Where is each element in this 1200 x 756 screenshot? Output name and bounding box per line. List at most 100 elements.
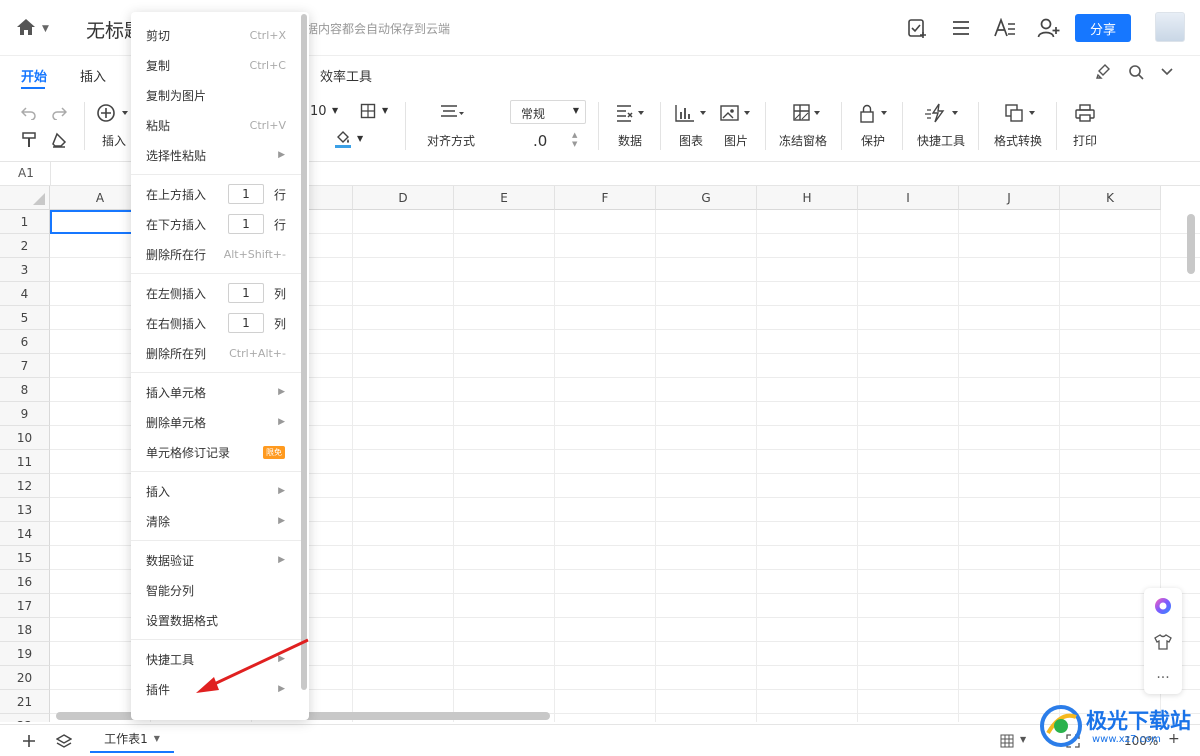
menu-item-cell-revision[interactable]: 单元格修订记录 限免 (131, 437, 301, 467)
tab-efficiency-tools[interactable]: 效率工具 (320, 66, 372, 85)
undo-icon[interactable] (20, 104, 38, 122)
menu-item-copy-as-image[interactable]: 复制为图片 (131, 80, 301, 110)
fill-color-icon[interactable] (334, 130, 352, 148)
tab-start[interactable]: 开始 (21, 66, 47, 85)
row-header[interactable]: 4 (0, 282, 50, 306)
layers-icon[interactable] (55, 732, 73, 750)
tab-insert[interactable]: 插入 (80, 66, 106, 85)
select-all-corner[interactable] (0, 186, 50, 210)
row-header[interactable]: 3 (0, 258, 50, 282)
quick-tools[interactable]: 快捷工具 (917, 102, 965, 149)
vertical-scrollbar[interactable] (1187, 214, 1195, 274)
row-header[interactable]: 21 (0, 690, 50, 714)
row-header[interactable]: 9 (0, 402, 50, 426)
print-tool[interactable]: 打印 (1073, 102, 1097, 149)
menu-item-insert-above[interactable]: 在上方插入 1 行 (131, 179, 301, 209)
add-sheet-icon[interactable] (20, 732, 38, 750)
menu-item-cut[interactable]: 剪切 Ctrl+X (131, 20, 301, 50)
column-count-input[interactable]: 1 (228, 283, 264, 303)
row-header[interactable]: 1 (0, 210, 50, 234)
row-header[interactable]: 11 (0, 450, 50, 474)
brush-icon[interactable] (1094, 62, 1114, 82)
data-tool[interactable]: 数据 (614, 102, 646, 149)
row-header[interactable]: 18 (0, 618, 50, 642)
cell-reference[interactable]: A1 (18, 166, 34, 180)
row-header[interactable]: 5 (0, 306, 50, 330)
menu-item-delete-cell[interactable]: 删除单元格 ▶ (131, 407, 301, 437)
sheet-tab[interactable]: 工作表1 ▼ (90, 725, 174, 753)
row-header[interactable]: 14 (0, 522, 50, 546)
menu-item-data-validation[interactable]: 数据验证 ▶ (131, 545, 301, 575)
column-header[interactable]: J (959, 186, 1060, 210)
menu-item-paste[interactable]: 粘贴 Ctrl+V (131, 110, 301, 140)
task-check-icon[interactable] (903, 14, 931, 42)
menu-item-delete-row[interactable]: 删除所在行 Alt+Shift+- (131, 239, 301, 269)
home-menu[interactable]: ▼ (16, 18, 56, 40)
column-header[interactable]: E (454, 186, 555, 210)
add-collaborator-icon[interactable] (1035, 14, 1063, 42)
menu-item-paste-special[interactable]: 选择性粘贴 ▶ (131, 140, 301, 170)
row-header[interactable]: 7 (0, 354, 50, 378)
row-header[interactable]: 16 (0, 570, 50, 594)
menu-item-quick-tools[interactable]: 快捷工具 ▶ (131, 644, 301, 674)
row-count-input[interactable]: 1 (228, 184, 264, 204)
menu-icon[interactable] (947, 14, 975, 42)
menu-scrollbar[interactable] (301, 14, 307, 690)
insert-tool[interactable]: 插入 (96, 102, 132, 149)
menu-item-insert-cell[interactable]: 插入单元格 ▶ (131, 377, 301, 407)
menu-item-insert-right[interactable]: 在右侧插入 1 列 (131, 308, 301, 338)
row-header[interactable]: 20 (0, 666, 50, 690)
share-button[interactable]: 分享 (1075, 14, 1131, 42)
font-size-select[interactable]: 10 (310, 104, 327, 119)
skin-icon[interactable] (1153, 632, 1173, 652)
row-header[interactable]: 12 (0, 474, 50, 498)
more-icon[interactable]: ··· (1153, 668, 1173, 688)
column-header[interactable]: F (555, 186, 656, 210)
menu-item-insert-left[interactable]: 在左侧插入 1 列 (131, 278, 301, 308)
menu-item-delete-column[interactable]: 删除所在列 Ctrl+Alt+- (131, 338, 301, 368)
menu-item-clear[interactable]: 清除 ▶ (131, 506, 301, 536)
protect-tool[interactable]: 保护 (858, 102, 888, 149)
row-header[interactable]: 19 (0, 642, 50, 666)
row-header[interactable]: 17 (0, 594, 50, 618)
column-header[interactable]: K (1060, 186, 1161, 210)
row-header[interactable]: 6 (0, 330, 50, 354)
number-format-select[interactable]: 常规 ▼ (510, 100, 586, 124)
chart-tool[interactable]: 图表 (674, 102, 708, 149)
row-header[interactable]: 8 (0, 378, 50, 402)
format-painter-icon[interactable] (20, 131, 38, 149)
format-convert-tool[interactable]: 格式转换 (994, 102, 1042, 149)
grid-view-icon[interactable] (998, 732, 1016, 750)
menu-item-insert-below[interactable]: 在下方插入 1 行 (131, 209, 301, 239)
row-header[interactable]: 15 (0, 546, 50, 570)
ai-assistant-icon[interactable] (1153, 596, 1173, 616)
eraser-icon[interactable] (50, 131, 68, 149)
border-icon[interactable] (359, 102, 377, 120)
avatar[interactable] (1155, 12, 1185, 42)
picture-tool[interactable]: 图片 (719, 102, 753, 149)
chevron-down-icon[interactable] (1157, 62, 1177, 82)
search-icon[interactable] (1126, 62, 1146, 82)
menu-item-smart-split[interactable]: 智能分列 (131, 575, 301, 605)
row-count-input[interactable]: 1 (228, 214, 264, 234)
active-tab-indicator (21, 87, 45, 89)
column-count-input[interactable]: 1 (228, 313, 264, 333)
menu-item-plugins[interactable]: 插件 ▶ (131, 674, 301, 704)
decimal-places[interactable]: .0 (533, 132, 547, 150)
menu-item-copy[interactable]: 复制 Ctrl+C (131, 50, 301, 80)
menu-item-set-data-format[interactable]: 设置数据格式 (131, 605, 301, 635)
row-header[interactable]: 13 (0, 498, 50, 522)
column-header[interactable]: G (656, 186, 757, 210)
freeze-tool[interactable]: 冻结窗格 (779, 102, 827, 149)
font-style-icon[interactable] (991, 14, 1019, 42)
row-header[interactable]: 10 (0, 426, 50, 450)
row-header[interactable]: 2 (0, 234, 50, 258)
row-header[interactable]: 22 (0, 714, 50, 722)
redo-icon[interactable] (50, 104, 68, 122)
column-header[interactable]: D (353, 186, 454, 210)
column-header[interactable]: H (757, 186, 858, 210)
menu-item-insert[interactable]: 插入 ▶ (131, 476, 301, 506)
align-tool[interactable]: 对齐方式 (427, 102, 475, 149)
column-header[interactable]: I (858, 186, 959, 210)
decimal-stepper[interactable]: ▲ ▼ (572, 131, 577, 149)
